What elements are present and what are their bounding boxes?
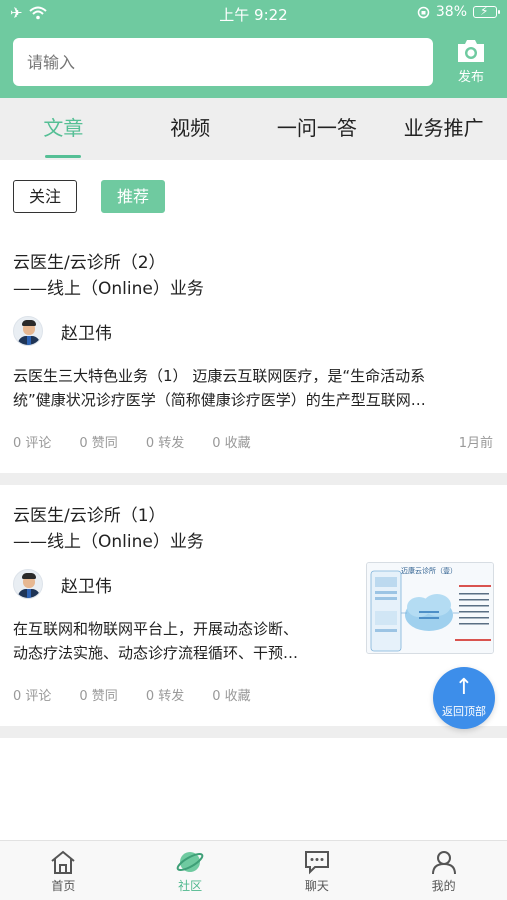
nav-chat[interactable]: 聊天 bbox=[254, 841, 381, 900]
bottom-navigation: 首页 社区 聊天 我的 bbox=[0, 840, 507, 900]
app-header: ✈ 上午 9:22 38% ⚡ 发布 bbox=[0, 0, 507, 98]
status-right: 38% ⚡ bbox=[417, 4, 500, 20]
status-bar: ✈ 上午 9:22 38% ⚡ bbox=[0, 0, 507, 28]
thumbnail-title: 迈康云诊所（壹） bbox=[401, 567, 457, 575]
excerpt-line: 统”健康状况诊疗医学（简称健康诊疗医学）的生产型互联网… bbox=[13, 391, 426, 409]
post-title: 云医生/云诊所（1） ——线上（Online）业务 bbox=[13, 503, 204, 555]
nav-profile-label: 我的 bbox=[431, 879, 456, 893]
post-title-line: ——线上（Online）业务 bbox=[13, 532, 204, 552]
nav-home[interactable]: 首页 bbox=[0, 841, 127, 900]
favorite-count[interactable]: 0 收藏 bbox=[212, 685, 250, 704]
tab-articles[interactable]: 文章 bbox=[0, 98, 127, 160]
post-card[interactable]: 云医生/云诊所（1） ——线上（Online）业务 赵卫伟 在互联网和物联网平台… bbox=[0, 495, 507, 725]
like-count[interactable]: 0 赞同 bbox=[79, 432, 117, 451]
author-name: 赵卫伟 bbox=[61, 323, 112, 344]
nav-community[interactable]: 社区 bbox=[127, 841, 254, 900]
post-divider bbox=[0, 473, 507, 485]
recommend-filter-button[interactable]: 推荐 bbox=[101, 180, 166, 213]
post-time: 1月前 bbox=[458, 436, 493, 451]
thumbnail-diagram bbox=[367, 563, 493, 653]
post-title-line: ——线上（Online）业务 bbox=[13, 279, 204, 299]
post-title: 云医生/云诊所（2） ——线上（Online）业务 bbox=[13, 250, 204, 302]
favorite-count[interactable]: 0 收藏 bbox=[212, 432, 250, 451]
post-author[interactable]: 赵卫伟 bbox=[13, 316, 112, 346]
avatar bbox=[13, 316, 43, 346]
comment-count[interactable]: 0 评论 bbox=[13, 685, 51, 704]
camera-icon bbox=[458, 40, 484, 62]
post-excerpt: 在互联网和物联网平台上，开展动态诊断、 动态疗法实施、动态诊疗流程循环、干预… bbox=[13, 617, 298, 665]
nav-profile[interactable]: 我的 bbox=[380, 841, 507, 900]
arrow-up-icon: ↑ bbox=[454, 675, 474, 700]
post-thumbnail[interactable]: 迈康云诊所（壹） bbox=[366, 562, 494, 654]
battery-icon: ⚡ bbox=[473, 4, 500, 18]
nav-chat-label: 聊天 bbox=[304, 879, 329, 893]
post-card[interactable]: 云医生/云诊所（2） ——线上（Online）业务 赵卫伟 云医生三大特色业务（… bbox=[0, 240, 507, 472]
home-icon bbox=[51, 850, 76, 874]
nav-community-label: 社区 bbox=[178, 879, 203, 893]
content-tabs: 文章 视频 一问一答 业务推广 bbox=[0, 98, 507, 160]
post-author[interactable]: 赵卫伟 bbox=[13, 569, 112, 599]
search-input[interactable] bbox=[13, 38, 433, 86]
share-count[interactable]: 0 转发 bbox=[146, 432, 184, 451]
community-icon bbox=[176, 852, 204, 872]
profile-icon bbox=[431, 851, 456, 875]
post-stats: 0 评论 0 赞同 0 转发 0 收藏 bbox=[13, 685, 251, 704]
back-to-top-label: 返回顶部 bbox=[442, 705, 486, 718]
like-count[interactable]: 0 赞同 bbox=[79, 685, 117, 704]
post-divider bbox=[0, 726, 507, 738]
excerpt-line: 云医生三大特色业务（1） 迈康云互联网医疗，是“生命活动系 bbox=[13, 367, 426, 385]
author-name: 赵卫伟 bbox=[61, 576, 112, 597]
tab-videos[interactable]: 视频 bbox=[127, 98, 254, 160]
avatar bbox=[13, 569, 43, 599]
filter-chips: 关注 推荐 bbox=[13, 180, 166, 213]
follow-filter-button[interactable]: 关注 bbox=[13, 180, 78, 213]
post-title-line: 云医生/云诊所（1） bbox=[13, 506, 166, 526]
excerpt-line: 动态疗法实施、动态诊疗流程循环、干预… bbox=[13, 644, 299, 662]
orientation-lock-icon bbox=[417, 6, 430, 18]
chat-icon bbox=[304, 851, 329, 875]
comment-count[interactable]: 0 评论 bbox=[13, 432, 51, 451]
battery-percent: 38% bbox=[435, 4, 467, 20]
post-stats: 0 评论 0 赞同 0 转发 0 收藏 bbox=[13, 432, 251, 451]
post-title-line: 云医生/云诊所（2） bbox=[13, 253, 166, 273]
excerpt-line: 在互联网和物联网平台上，开展动态诊断、 bbox=[13, 620, 299, 638]
post-excerpt: 云医生三大特色业务（1） 迈康云互联网医疗，是“生命活动系 统”健康状况诊疗医学… bbox=[13, 364, 426, 412]
tab-business-promotion[interactable]: 业务推广 bbox=[380, 98, 507, 160]
tab-qa[interactable]: 一问一答 bbox=[254, 98, 381, 160]
nav-home-label: 首页 bbox=[51, 879, 76, 893]
share-count[interactable]: 0 转发 bbox=[146, 685, 184, 704]
back-to-top-button[interactable]: ↑ 返回顶部 bbox=[433, 667, 495, 729]
publish-label: 发布 bbox=[457, 70, 484, 85]
publish-button[interactable]: 发布 bbox=[446, 36, 496, 90]
